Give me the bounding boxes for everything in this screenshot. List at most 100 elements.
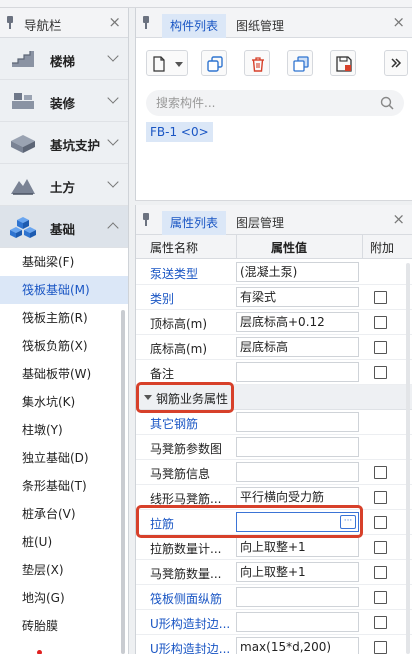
property-row: 底标高(m) 层底标高	[136, 335, 412, 360]
property-value[interactable]	[236, 462, 359, 482]
component-item-selected[interactable]: FB-1 <0>	[146, 122, 213, 142]
pit-support-icon	[11, 135, 35, 153]
property-name: 拉筋数量计...	[150, 542, 222, 556]
property-table-header: 属性名称 属性值 附加	[136, 235, 412, 259]
nav-item[interactable]: 基础梁(F)	[0, 248, 128, 276]
nav-category-stairs[interactable]: 楼梯	[0, 38, 128, 80]
extra-checkbox[interactable]	[374, 291, 387, 304]
property-name[interactable]: 筏板侧面纵筋	[150, 590, 236, 607]
red-marker-dot	[37, 650, 42, 654]
copy-component-button[interactable]	[201, 50, 227, 76]
save-component-button[interactable]	[330, 50, 356, 76]
extra-checkbox[interactable]	[374, 616, 387, 629]
delete-component-button[interactable]	[244, 50, 270, 76]
tab-drawing-management[interactable]: 图纸管理	[228, 14, 292, 38]
property-name[interactable]: 其它钢筋	[150, 415, 236, 432]
property-scrollbar[interactable]	[406, 263, 410, 654]
more-tools-button[interactable]	[384, 50, 408, 76]
collapse-triangle-icon[interactable]	[144, 395, 152, 400]
nav-category-label: 装修	[50, 96, 76, 111]
nav-category-decoration[interactable]: 装修	[0, 80, 128, 122]
nav-item[interactable]: 垫层(X)	[0, 556, 128, 584]
chevron-down-icon	[107, 176, 119, 188]
close-icon[interactable]: ×	[392, 211, 405, 227]
pin-icon[interactable]	[6, 16, 14, 29]
nav-category-label: 楼梯	[50, 54, 76, 69]
property-row: 拉筋数量计... 向上取整+1	[136, 535, 412, 560]
property-value[interactable]: 向上取整+1	[236, 562, 359, 582]
nav-item[interactable]: 桩(U)	[0, 528, 128, 556]
property-value[interactable]	[236, 437, 359, 457]
property-value[interactable]: 向上取整+1	[236, 537, 359, 557]
extra-checkbox[interactable]	[374, 316, 387, 329]
extra-checkbox[interactable]	[374, 466, 387, 479]
ellipsis-button[interactable]: ···	[340, 515, 356, 529]
extra-checkbox[interactable]	[374, 641, 387, 654]
pin-icon[interactable]	[142, 213, 150, 226]
property-name[interactable]: U形构造封边...	[150, 615, 236, 632]
property-row: 马凳筋信息	[136, 460, 412, 485]
tab-layer-management[interactable]: 图层管理	[228, 211, 292, 235]
pin-icon[interactable]	[142, 16, 150, 29]
save-icon	[336, 56, 352, 72]
nav-item[interactable]: 集水坑(K)	[0, 388, 128, 416]
chevron-down-icon	[107, 134, 119, 146]
nav-item[interactable]: 砖胎膜	[0, 612, 128, 640]
property-name[interactable]: 类别	[150, 290, 236, 307]
property-name[interactable]: 拉筋	[150, 515, 236, 532]
property-value[interactable]: 平行横向受力筋	[236, 487, 359, 507]
extra-checkbox[interactable]	[374, 366, 387, 379]
nav-category-foundation[interactable]: 基础	[0, 206, 128, 248]
column-header-value: 属性值	[271, 241, 308, 255]
extra-checkbox[interactable]	[374, 541, 387, 554]
property-group-rebar[interactable]: 钢筋业务属性	[136, 385, 412, 410]
nav-item[interactable]: 基础板带(W)	[0, 360, 128, 388]
property-value[interactable]: max(15*d,200)	[236, 637, 359, 654]
nav-item[interactable]: 筏板负筋(X)	[0, 332, 128, 360]
extra-checkbox[interactable]	[374, 341, 387, 354]
property-name[interactable]: 泵送类型	[150, 265, 236, 282]
column-divider	[236, 235, 237, 259]
nav-item[interactable]: 筏板主筋(R)	[0, 304, 128, 332]
nav-category-pit-support[interactable]: 基坑支护	[0, 122, 128, 164]
copy-to-floor-button[interactable]	[287, 50, 313, 76]
nav-item[interactable]: 独立基础(D)	[0, 444, 128, 472]
property-row: 泵送类型 (混凝土泵)	[136, 260, 412, 285]
nav-item[interactable]: 桩承台(V)	[0, 500, 128, 528]
tab-component-list[interactable]: 构件列表	[162, 14, 227, 38]
nav-item-selected[interactable]: 筏板基础(M)	[0, 276, 128, 304]
nav-category-earthwork[interactable]: 土方	[0, 164, 128, 206]
property-row: 马凳筋参数图	[136, 435, 412, 460]
nav-item[interactable]: 柱墩(Y)	[0, 416, 128, 444]
new-component-button[interactable]	[146, 50, 188, 76]
stairs-icon	[12, 51, 34, 67]
foundation-icon	[10, 217, 36, 238]
nav-item[interactable]: 地沟(G)	[0, 584, 128, 612]
property-name: 备注	[150, 367, 175, 381]
top-strip	[0, 0, 412, 8]
property-value[interactable]	[236, 612, 359, 632]
property-name: 马凳筋参数图	[150, 442, 223, 456]
property-value[interactable]	[236, 587, 359, 607]
property-value[interactable]: 层底标高	[236, 337, 359, 357]
property-value[interactable]: 有梁式	[236, 287, 359, 307]
tab-property-list[interactable]: 属性列表	[162, 211, 227, 235]
nav-scrollbar[interactable]	[121, 310, 125, 654]
search-input[interactable]	[156, 94, 366, 112]
extra-checkbox[interactable]	[374, 491, 387, 504]
property-name[interactable]: U形构造封边...	[150, 640, 236, 654]
property-value[interactable]	[236, 412, 359, 432]
property-value-editing[interactable]: ···	[236, 512, 359, 532]
component-list-panel: 构件列表 图纸管理 × 搜索构件... FB-1 <0>	[135, 8, 412, 200]
search-icon[interactable]	[380, 96, 394, 110]
close-icon[interactable]: ×	[392, 14, 405, 30]
extra-checkbox[interactable]	[374, 566, 387, 579]
extra-checkbox[interactable]	[374, 516, 387, 529]
close-icon[interactable]: ×	[108, 14, 121, 30]
property-value[interactable]	[236, 362, 359, 382]
nav-item[interactable]: 条形基础(T)	[0, 472, 128, 500]
property-value[interactable]: (混凝土泵)	[236, 262, 359, 282]
property-value[interactable]: 层底标高+0.12	[236, 312, 359, 332]
property-row: 筏板侧面纵筋	[136, 585, 412, 610]
extra-checkbox[interactable]	[374, 591, 387, 604]
